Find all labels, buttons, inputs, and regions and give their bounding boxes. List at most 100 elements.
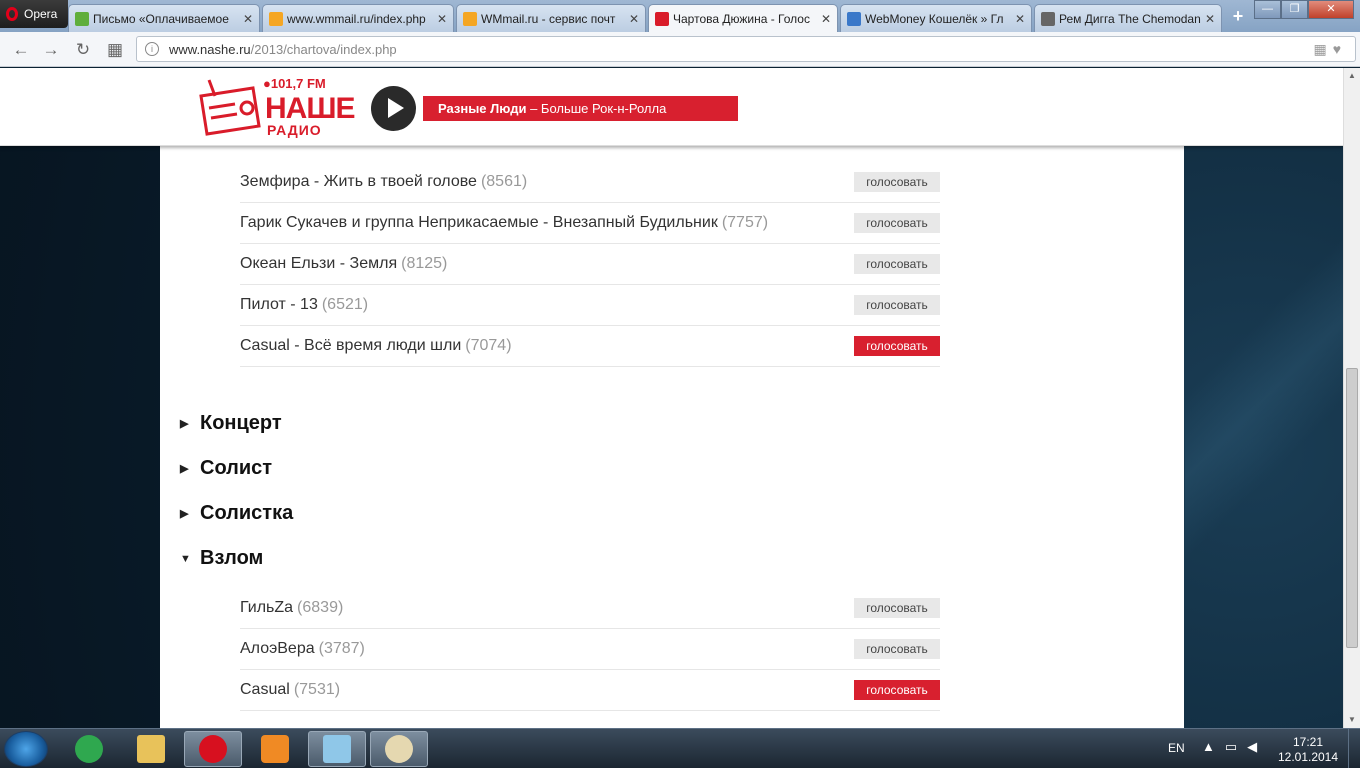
vote-button[interactable]: голосовать xyxy=(854,336,940,356)
mail-agent-icon xyxy=(75,735,103,763)
category-label: Солист xyxy=(200,457,273,479)
scroll-up-icon[interactable]: ▲ xyxy=(1344,68,1360,84)
address-bar-tools: ▦♥ xyxy=(1313,41,1347,58)
bookmark-heart-icon[interactable]: ♥ xyxy=(1333,41,1347,57)
vote-button[interactable]: голосовать xyxy=(854,680,940,700)
tab-close-icon[interactable]: ✕ xyxy=(1205,12,1217,26)
category-solist[interactable]: ▶ Солист xyxy=(180,457,272,480)
folder-icon xyxy=(137,735,165,763)
track-title: Гарик Сукачев и группа Неприкасаемые - В… xyxy=(240,214,718,231)
clock-date: 12.01.2014 xyxy=(1277,750,1339,764)
tab-close-icon[interactable]: ✕ xyxy=(629,12,641,26)
vote-button[interactable]: голосовать xyxy=(854,254,940,274)
tab-label: Письмо «Оплачиваемое xyxy=(93,11,229,26)
vote-row: Земфира - Жить в твоей голове (8561) голос… xyxy=(240,162,940,203)
web-page: Земфира - Жить в твоей голове (8561) голос… xyxy=(0,68,1343,728)
new-tab-button[interactable]: + xyxy=(1228,6,1248,26)
tray-icons: ▲▭◀ xyxy=(1202,739,1267,755)
category-label: Солистка xyxy=(200,502,294,524)
tab-close-icon[interactable]: ✕ xyxy=(1015,12,1027,26)
browser-tab[interactable]: www.wmmail.ru/index.php ✕ xyxy=(262,4,454,32)
logo-name: НАШЕ xyxy=(265,92,355,125)
vote-row: Океан Ельзи - Земля (8125) голосовать xyxy=(240,244,940,285)
nashe-radio-logo[interactable]: ●101,7 FM НАШЕ РАДИО xyxy=(195,74,355,140)
browser-tab[interactable]: Рем Дигга The Chemodan ✕ xyxy=(1034,4,1222,32)
play-button[interactable] xyxy=(371,86,416,131)
browser-tab-bar: Opera Письмо «Оплачиваемое ✕ www.wmmail.ru… xyxy=(0,0,1360,33)
track-title: АлоэВера xyxy=(240,640,315,657)
show-hidden-icons-icon[interactable]: ▲ xyxy=(1202,739,1225,754)
vote-button[interactable]: голосовать xyxy=(854,295,940,315)
vote-count: (3787) xyxy=(318,640,365,657)
media-player-icon xyxy=(261,735,289,763)
triangle-right-icon: ▶ xyxy=(180,418,189,430)
forward-icon[interactable]: → xyxy=(40,39,62,61)
category-vzlom[interactable]: ▼ Взлом xyxy=(180,547,263,570)
track-title: Пилот - 13 xyxy=(240,296,318,313)
page-scrollbar[interactable]: ▲ ▼ xyxy=(1343,68,1360,728)
clock-time: 17:21 xyxy=(1292,735,1324,749)
browser-tab[interactable]: WebMoney Кошелёк » Гл ✕ xyxy=(840,4,1032,32)
address-toolbar: ← → ↻ ▦ i www.nashe.ru /2013/chartova/in… xyxy=(0,32,1360,67)
taskbar-notepad[interactable] xyxy=(308,731,366,767)
address-bar[interactable]: i www.nashe.ru /2013/chartova/index.php … xyxy=(136,36,1356,62)
track-title: ГильZa xyxy=(240,599,294,616)
category-koncert[interactable]: ▶ Концерт xyxy=(180,412,282,435)
radio-logo-icon xyxy=(199,79,261,136)
restore-button[interactable]: ❐ xyxy=(1281,0,1308,19)
category-label: Концерт xyxy=(200,412,282,434)
window-controls: — ❐ ✕ xyxy=(1254,0,1354,19)
vote-button[interactable]: голосовать xyxy=(854,639,940,659)
browser-tab[interactable]: Письмо «Оплачиваемое ✕ xyxy=(68,4,260,32)
taskbar-media-player[interactable] xyxy=(246,731,304,767)
tab-close-icon[interactable]: ✕ xyxy=(243,12,255,26)
vote-button[interactable]: голосовать xyxy=(854,598,940,618)
show-desktop-button[interactable] xyxy=(1348,729,1360,768)
scrollbar-thumb[interactable] xyxy=(1346,368,1358,648)
apps-icon[interactable]: ▦ xyxy=(1313,41,1332,57)
taskbar-paint[interactable] xyxy=(370,731,428,767)
tab-close-icon[interactable]: ✕ xyxy=(437,12,449,26)
vote-count: (7757) xyxy=(721,214,769,231)
tab-close-icon[interactable]: ✕ xyxy=(821,12,833,26)
tab-favicon-icon xyxy=(463,11,477,26)
language-indicator[interactable]: EN xyxy=(1168,741,1185,755)
close-window-button[interactable]: ✕ xyxy=(1308,0,1354,19)
vote-button[interactable]: голосовать xyxy=(854,213,940,233)
taskbar-mail-agent[interactable] xyxy=(60,731,118,767)
speed-dial-icon[interactable]: ▦ xyxy=(104,39,126,61)
vote-count: (8125) xyxy=(401,255,448,272)
browser-tab[interactable]: WMmail.ru - сервис почт ✕ xyxy=(456,4,646,32)
opera-menu-button[interactable]: Opera xyxy=(0,0,68,28)
category-solistka[interactable]: ▶ Солистка xyxy=(180,502,293,525)
triangle-down-icon: ▼ xyxy=(180,552,191,565)
site-info-icon[interactable]: i xyxy=(145,42,159,56)
now-playing-bar[interactable]: Разные Люди – Больше Рок-н-Ролла xyxy=(423,96,738,121)
category-label: Взлом xyxy=(200,547,264,569)
taskbar-clock[interactable]: 17:21 12.01.2014 xyxy=(1276,735,1340,765)
windows-taskbar: EN ▲▭◀ 17:21 12.01.2014 xyxy=(0,728,1360,768)
opera-logo-icon xyxy=(6,7,18,21)
network-icon[interactable]: ▭ xyxy=(1225,739,1247,754)
track-title: Земфира - Жить в твоей голове xyxy=(240,173,477,190)
minimize-button[interactable]: — xyxy=(1254,0,1281,19)
vote-row: АлоэВера (3787) голосовать xyxy=(240,629,940,670)
back-icon[interactable]: ← xyxy=(10,39,32,61)
now-playing-artist: Разные Люди xyxy=(438,101,527,116)
vote-count: (6521) xyxy=(321,296,369,313)
vote-list-vzlom: ГильZa (6839) голосовать АлоэВера (3787) голо… xyxy=(240,588,940,711)
reload-icon[interactable]: ↻ xyxy=(72,39,94,61)
logo-subtitle: РАДИО xyxy=(267,122,322,138)
taskbar-explorer[interactable] xyxy=(122,731,180,767)
browser-tab[interactable]: Чартова Дюжина - Голос ✕ xyxy=(648,4,838,33)
paint-palette-icon xyxy=(385,735,413,763)
scroll-down-icon[interactable]: ▼ xyxy=(1344,712,1360,728)
track-title: Casual xyxy=(240,681,290,698)
vote-row: Casual (7531) голосовать xyxy=(240,670,940,711)
vote-list-top: Земфира - Жить в твоей голове (8561) голос… xyxy=(240,162,940,367)
opera-icon xyxy=(199,735,227,763)
taskbar-opera[interactable] xyxy=(184,731,242,767)
vote-button[interactable]: голосовать xyxy=(854,172,940,192)
start-button[interactable] xyxy=(4,731,48,767)
volume-icon[interactable]: ◀ xyxy=(1247,739,1267,754)
